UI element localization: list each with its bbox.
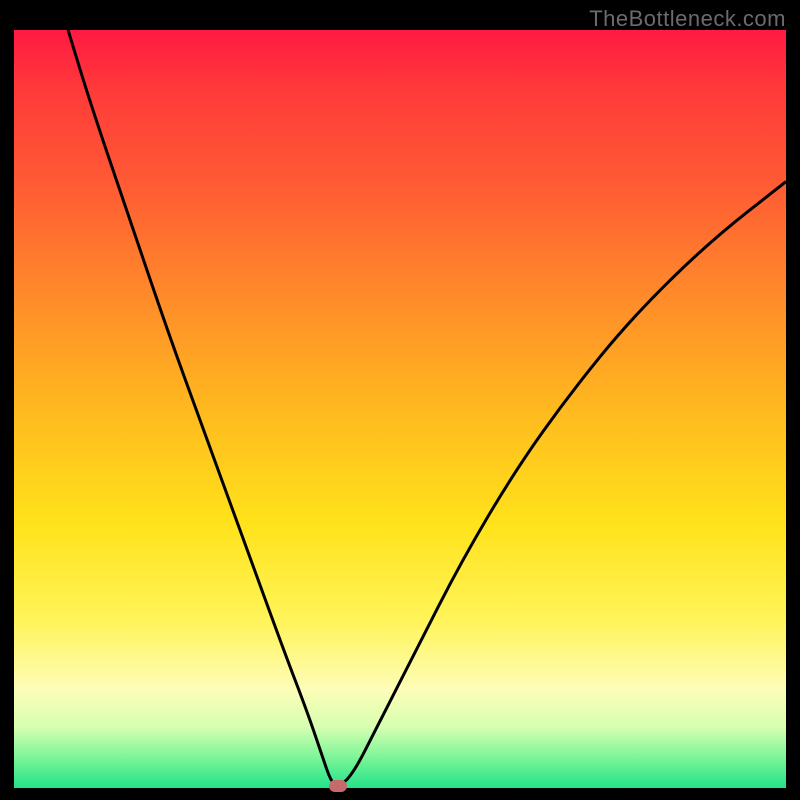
minimum-marker: [329, 780, 347, 792]
curve-path: [68, 30, 786, 785]
plot-area: [14, 30, 786, 788]
chart-curve: [14, 30, 786, 788]
watermark-text: TheBottleneck.com: [589, 6, 786, 32]
